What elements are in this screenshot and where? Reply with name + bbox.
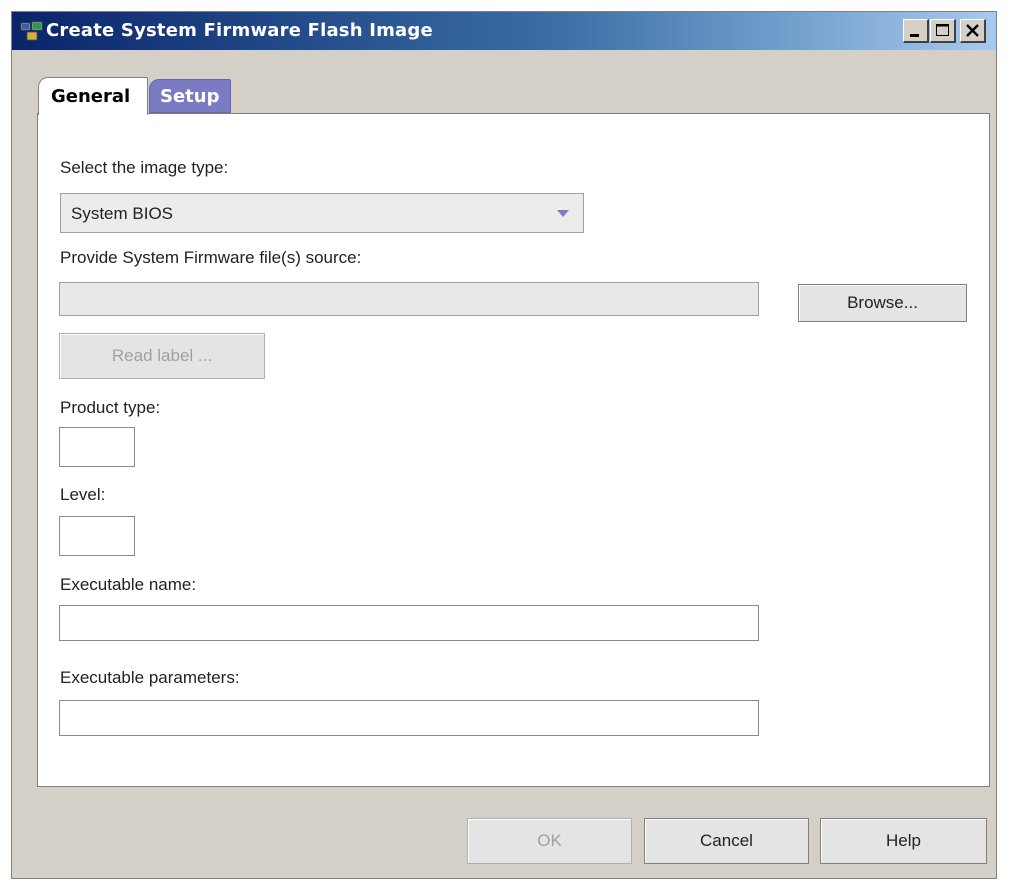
level-field[interactable]	[59, 516, 135, 556]
minimize-icon	[910, 34, 919, 37]
image-type-select[interactable]: System BIOS	[60, 193, 584, 233]
chevron-down-icon	[557, 210, 569, 217]
close-icon	[966, 24, 979, 37]
tab-setup[interactable]: Setup	[149, 79, 231, 113]
level-label: Level:	[60, 485, 106, 504]
executable-parameters-label: Executable parameters:	[60, 668, 240, 687]
minimize-button[interactable]	[903, 19, 929, 43]
ok-button[interactable]: OK	[467, 818, 632, 864]
window-title: Create System Firmware Flash Image	[46, 20, 433, 41]
executable-name-label: Executable name:	[60, 575, 197, 594]
tab-general[interactable]: General	[38, 77, 148, 115]
dialog-window: Create System Firmware Flash Image Gener…	[11, 11, 997, 879]
executable-name-field[interactable]	[59, 605, 759, 641]
browse-button[interactable]: Browse...	[798, 284, 967, 322]
product-type-field[interactable]	[59, 427, 135, 467]
title-bar[interactable]: Create System Firmware Flash Image	[12, 12, 996, 50]
source-label: Provide System Firmware file(s) source:	[60, 248, 362, 267]
tab-general-label: General	[51, 86, 131, 107]
general-tab-panel: Select the image type: System BIOS Provi…	[37, 113, 990, 787]
source-field[interactable]	[59, 282, 759, 316]
cancel-button[interactable]: Cancel	[644, 818, 809, 864]
maximize-icon	[936, 24, 949, 36]
image-type-value: System BIOS	[71, 204, 174, 223]
close-button[interactable]	[960, 19, 986, 43]
app-icon	[20, 20, 44, 42]
help-button[interactable]: Help	[820, 818, 987, 864]
product-type-label: Product type:	[60, 398, 161, 417]
read-label-button[interactable]: Read label ...	[59, 333, 265, 379]
tab-setup-label: Setup	[160, 86, 220, 107]
executable-parameters-field[interactable]	[59, 700, 759, 736]
image-type-label: Select the image type:	[60, 158, 229, 177]
maximize-button[interactable]	[930, 19, 956, 43]
